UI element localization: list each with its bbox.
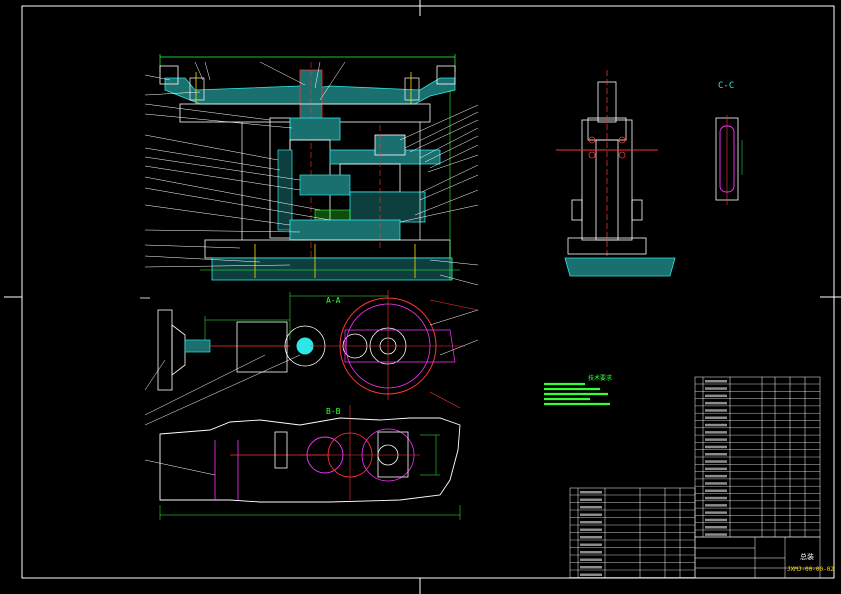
section-label-a-a: A-A (326, 296, 341, 305)
title-block-entry-mark (580, 521, 602, 524)
parts-list-entry-mark (705, 526, 727, 529)
drawing-sheet (4, 0, 841, 594)
parts-list-entry-mark (705, 387, 727, 390)
parts-list-entry-mark (705, 511, 727, 514)
drawing-number: JXMJ-00-00-02 (787, 566, 834, 573)
parts-list-entry-mark (705, 380, 727, 383)
title-block-title: 总装 (800, 553, 814, 561)
parts-list-entry-mark (705, 445, 727, 449)
parts-list-entry-mark (705, 423, 727, 427)
parts-list-rows (695, 383, 820, 531)
title-block-entry-mark (580, 573, 602, 576)
parts-list-entry-mark (705, 409, 727, 412)
main-assembly-view (144, 54, 479, 286)
parts-list-entry-mark (705, 431, 727, 434)
section-label-b-b: B-B (326, 407, 341, 416)
parts-list-entry-mark (705, 489, 727, 492)
section-view-a-a (140, 290, 479, 426)
title-block-entry-mark (580, 498, 602, 501)
title-block-entry-mark (580, 528, 602, 531)
technical-notes (544, 382, 610, 406)
title-block-entry-mark (580, 566, 602, 569)
title-block (569, 487, 821, 579)
parts-list-entry-mark (705, 504, 727, 507)
parts-list-entry-mark (705, 467, 727, 471)
side-view (556, 70, 676, 277)
title-block-entry-mark (580, 543, 602, 546)
parts-list-entry-mark (705, 460, 727, 463)
section-label-c-c: C-C (718, 81, 735, 91)
title-block-entry-mark (580, 558, 602, 561)
parts-list-entry-mark (705, 533, 727, 536)
parts-list-entry-mark (705, 482, 727, 485)
parts-list-entry-mark (705, 518, 727, 522)
parts-list-entry-mark (705, 401, 727, 405)
title-block-entry-mark (580, 506, 602, 509)
parts-list-entry-mark (705, 416, 727, 419)
title-block-entry-mark (580, 491, 602, 494)
title-block-entry-mark (580, 551, 602, 554)
parts-list-entry-mark (705, 474, 727, 478)
section-view-b-b (144, 405, 461, 520)
title-block-entry-mark (580, 536, 602, 539)
title-block-entry-mark (580, 513, 602, 516)
section-view-c-c (715, 115, 743, 205)
parts-list-entry-mark (705, 453, 727, 456)
notes-heading: 技术要求 (588, 375, 613, 382)
parts-list-entry-mark (705, 394, 727, 398)
parts-list-entry-mark (705, 438, 727, 441)
parts-list-text (580, 380, 727, 576)
parts-list-entry-mark (705, 496, 727, 500)
